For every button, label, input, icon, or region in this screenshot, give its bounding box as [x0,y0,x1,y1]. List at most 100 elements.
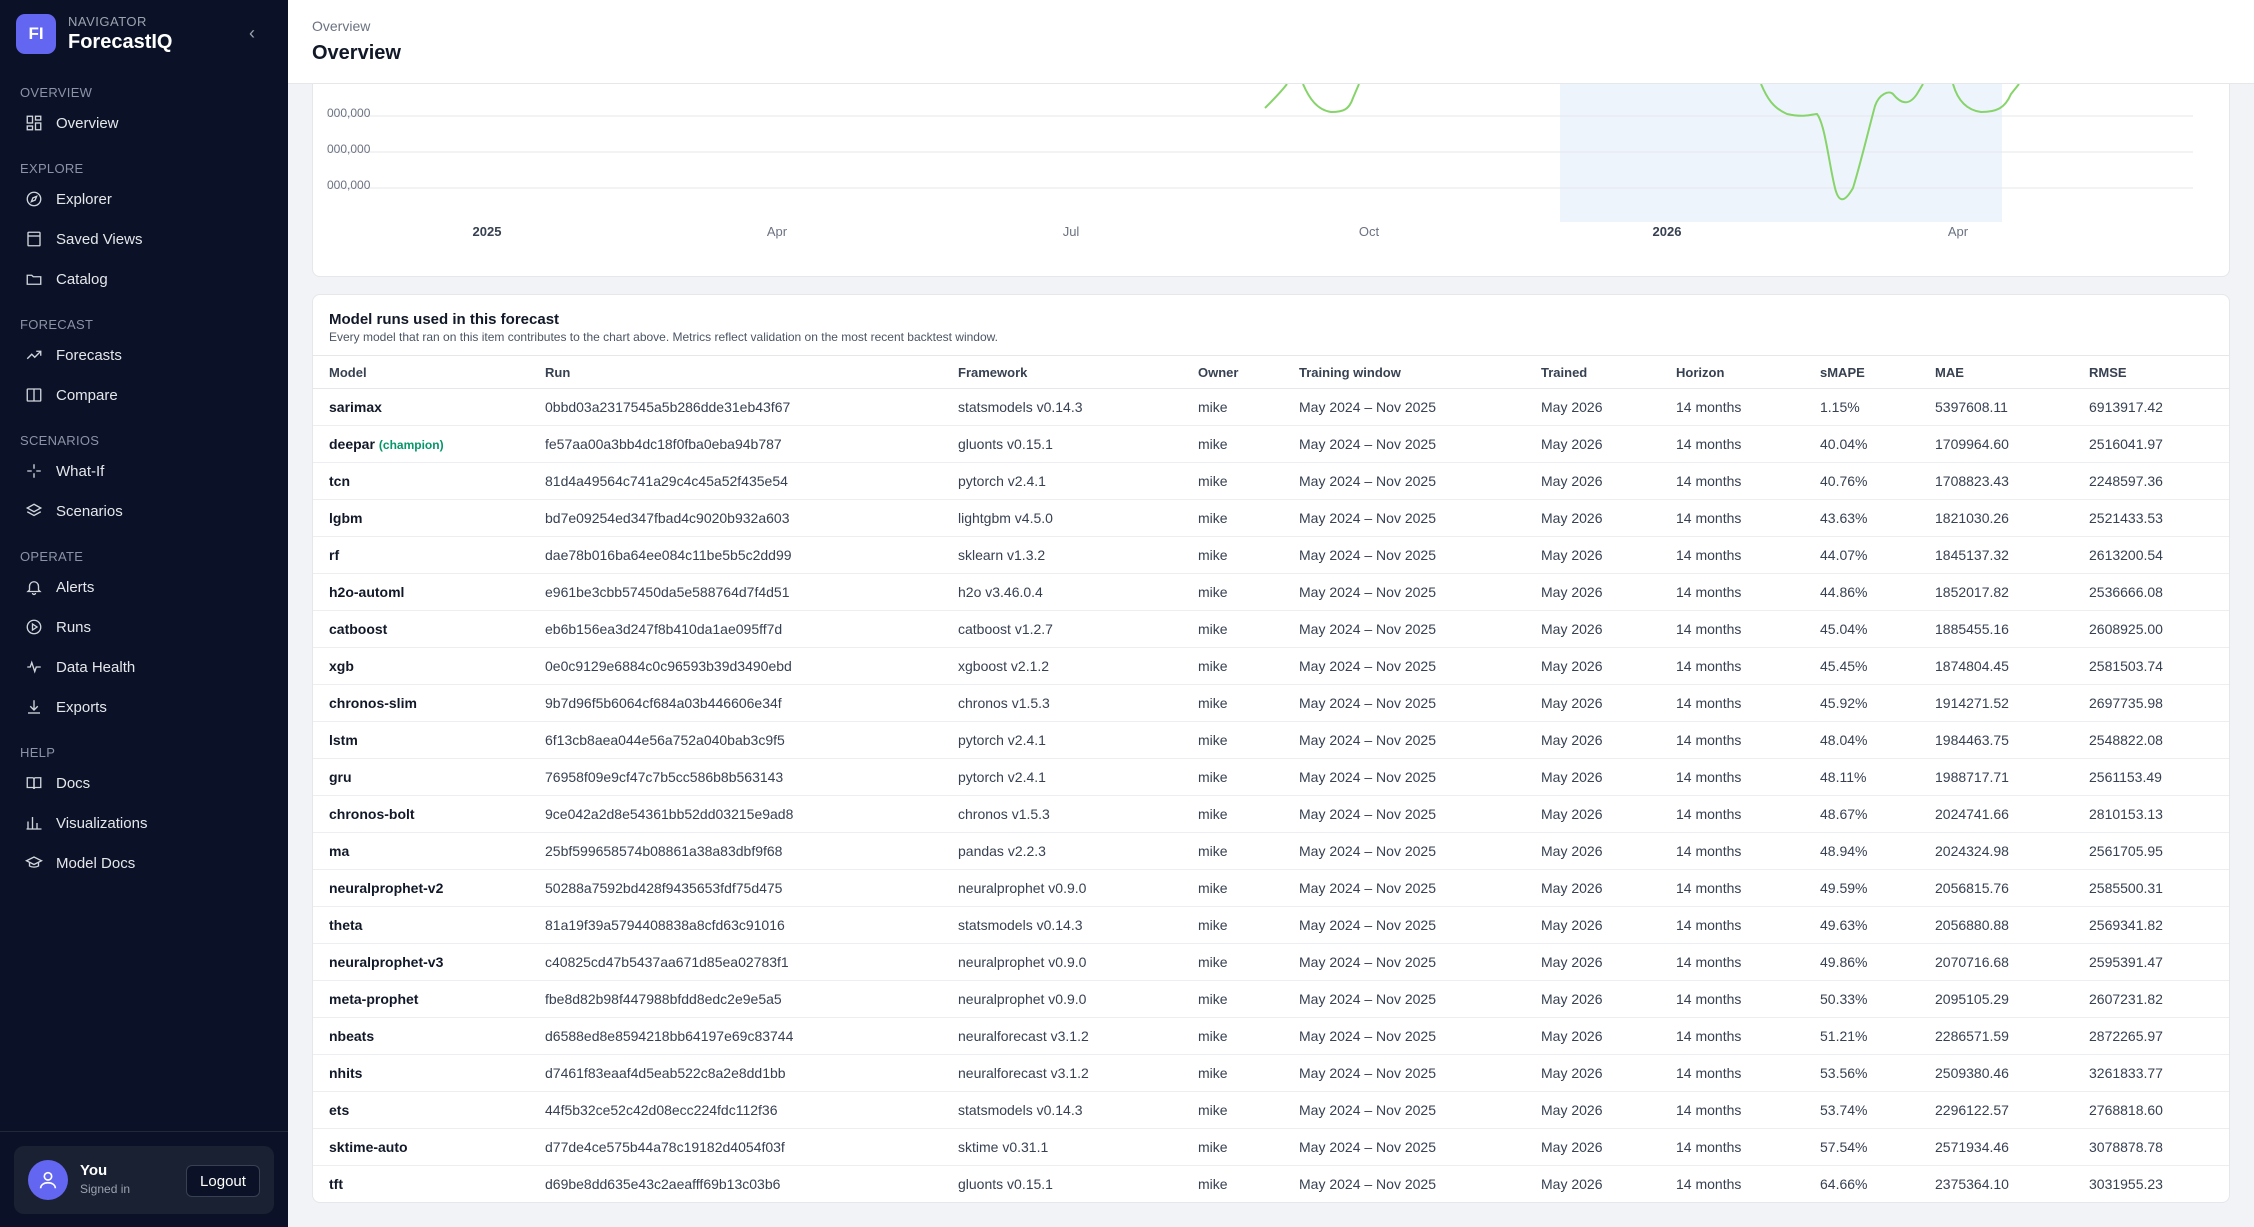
sidebar-item-compare[interactable]: Compare [0,375,288,415]
cell-trained: May 2026 [1541,1176,1603,1193]
cell-rmse: 2697735.98 [2073,684,2229,722]
sidebar-item-saved-views[interactable]: Saved Views [0,219,288,259]
sidebar-item-data-health[interactable]: Data Health [0,647,288,687]
table-row[interactable]: chronos-slim 9b7d96f5b6064cf684a03b446606… [313,684,2229,722]
cell-model: sarimax [313,388,529,426]
table-row[interactable]: xgb 0e0c9129e6884c0c96593b39d3490ebd xgboo… [313,647,2229,685]
column-header-training-window[interactable]: Training window [1283,355,1525,389]
table-row[interactable]: gru 76958f09e9cf47c7b5cc586b8b563143 pytor… [313,758,2229,796]
cell-rmse: 3261833.77 [2073,1054,2229,1092]
sidebar-item-label: Model Docs [56,854,136,872]
table-row[interactable]: nbeats d6588ed8e8594218bb64197e69c83744 ne… [313,1017,2229,1055]
page-header: Overview Overview [288,0,2254,84]
cell-trained: May 2026 [1525,795,1660,833]
table-row[interactable]: neuralprophet-v2 50288a7592bd428f9435653f… [313,869,2229,907]
cell-owner: mike [1182,462,1283,500]
column-header-model[interactable]: Model [313,355,529,389]
sidebar-item-label: Catalog [56,270,108,288]
cell-model: chronos-slim [313,684,529,722]
nav-section-forecast: FORECAST [20,317,94,332]
brand-name: ForecastIQ [68,30,173,53]
table-row[interactable]: chronos-bolt 9ce042a2d8e54361bb52dd03215e… [313,795,2229,833]
cell-rmse: 2613200.54 [2073,536,2229,574]
cell-smape: 49.86% [1804,943,1919,981]
cell-window: May 2024 – Nov 2025 [1283,536,1525,574]
sidebar-item-runs[interactable]: Runs [0,607,288,647]
x-tick-label: Apr [767,224,788,239]
table-row[interactable]: theta 81a19f39a5794408838a8cfd63c91016 sta… [313,906,2229,944]
cell-horizon: 14 months [1660,684,1804,722]
x-tick-label: 2026 [1653,224,1682,239]
breadcrumb[interactable]: Overview [312,18,370,34]
table-row[interactable]: sarimax 0bbd03a2317545a5b286dde31eb43f67 s… [313,388,2229,426]
sidebar-item-label: Data Health [56,658,136,676]
table-row[interactable]: tcn 81d4a49564c741a29c4c45a52f435e54 pytor… [313,462,2229,500]
cell-mae: 2024741.66 [1919,795,2073,833]
y-tick-label: 000,000 [327,106,371,120]
column-header-mae[interactable]: MAE [1919,355,2073,389]
collapse-sidebar-button[interactable]: ‹ [242,22,262,44]
sidebar-item-scenarios[interactable]: Scenarios [0,491,288,531]
table-row[interactable]: lgbm bd7e09254ed347fbad4c9020b932a603 ligh… [313,499,2229,537]
sidebar-item-visualizations[interactable]: Visualizations [0,803,288,843]
sidebar-item-docs[interactable]: Docs [0,763,288,803]
cell-window: May 2024 – Nov 2025 [1283,1128,1525,1166]
sidebar-item-label: Compare [56,386,118,404]
column-header-owner[interactable]: Owner [1182,355,1283,389]
model-name: rf [329,547,340,563]
table-row[interactable]: ets 44f5b32ce52c42d08ecc224fdc112f36 stats… [313,1091,2229,1129]
column-header-smape[interactable]: sMAPE [1804,355,1919,389]
cell-mae: 2024324.98 [1919,832,2073,870]
cell-window: May 2024 – Nov 2025 [1283,499,1525,537]
cell-mae: 1988717.71 [1919,758,2073,796]
table-row[interactable]: nhits d7461f83eaaf4d5eab522c8a2e8dd1bb neu… [313,1054,2229,1092]
sidebar-item-what-if[interactable]: What-If [0,451,288,491]
brand[interactable]: FI NAVIGATOR ForecastIQ [16,14,172,54]
cell-owner: mike [1182,795,1283,833]
sidebar-item-overview[interactable]: Overview [0,103,288,143]
brand-logo: FI [16,14,56,54]
cell-run: eb6b156ea3d247f8b410da1ae095ff7d [529,610,942,648]
logout-button[interactable]: Logout [186,1165,260,1197]
table-row[interactable]: catboost eb6b156ea3d247f8b410da1ae095ff7d… [313,610,2229,648]
table-row[interactable]: neuralprophet-v3 c40825cd47b5437aa671d85e… [313,943,2229,981]
sidebar-item-forecasts[interactable]: Forecasts [0,335,288,375]
cell-rmse: 2248597.36 [2073,462,2229,500]
table-row[interactable]: rf dae78b016ba64ee084c11be5b5c2dd99 sklear… [313,536,2229,574]
table-row[interactable]: meta-prophet fbe8d82b98f447988bfdd8edc2e9… [313,980,2229,1018]
sidebar-item-catalog[interactable]: Catalog [0,259,288,299]
table-row[interactable]: deepar (champion) fe57aa00a3bb4dc18f0fba0e… [313,425,2229,463]
cell-window: May 2024 – Nov 2025 [1283,1091,1525,1129]
table-row[interactable]: ma 25bf599658574b08861a38a83dbf9f68 pandas… [313,832,2229,870]
sidebar-item-alerts[interactable]: Alerts [0,567,288,607]
column-header-framework[interactable]: Framework [942,355,1182,389]
cell-window: May 2024 – Nov 2025 [1283,647,1525,685]
forecast-chart[interactable]: 000,000 000,000 000,000 2025 Apr Jul Oct 2026 A… [313,84,2230,277]
model-name: neuralprophet-v2 [329,880,444,896]
model-name: tft [329,1176,343,1193]
table-row[interactable]: tft d69be8dd635e43c2aeafff69b13c03b6 gluon… [313,1166,2229,1203]
column-header-run[interactable]: Run [529,355,942,389]
cell-run: d77de4ce575b44a78c19182d4054f03f [529,1128,942,1166]
cell-horizon: 14 months [1660,610,1804,648]
nav-section-help: HELP [20,745,56,760]
cell-horizon: 14 months [1660,795,1804,833]
cell-trained: May 2026 [1525,980,1660,1018]
cell-framework: xgboost v2.1.2 [942,647,1182,685]
cell-smape: 53.56% [1804,1054,1919,1092]
sidebar-item-model-docs[interactable]: Model Docs [0,843,288,883]
user-status: Signed in [80,1182,131,1196]
sidebar-item-exports[interactable]: Exports [0,687,288,727]
table-row[interactable]: sktime-auto d77de4ce575b44a78c19182d4054f… [313,1128,2229,1166]
table-row[interactable]: lstm 6f13cb8aea044e56a752a040bab3c9f5 pyto… [313,721,2229,759]
nav-section-overview: OVERVIEW [20,85,93,100]
table-row[interactable]: h2o-automl e961be3cbb57450da5e588764d7f4d… [313,573,2229,611]
column-header-rmse[interactable]: RMSE [2073,355,2229,389]
avatar[interactable] [28,1160,68,1200]
column-header-trained[interactable]: Trained [1525,355,1660,389]
cell-window: May 2024 – Nov 2025 [1283,906,1525,944]
sidebar-item-explorer[interactable]: Explorer [0,179,288,219]
x-tick-label: 2025 [473,224,502,239]
column-header-horizon[interactable]: Horizon [1660,355,1804,389]
cell-rmse: 2536666.08 [2073,573,2229,611]
